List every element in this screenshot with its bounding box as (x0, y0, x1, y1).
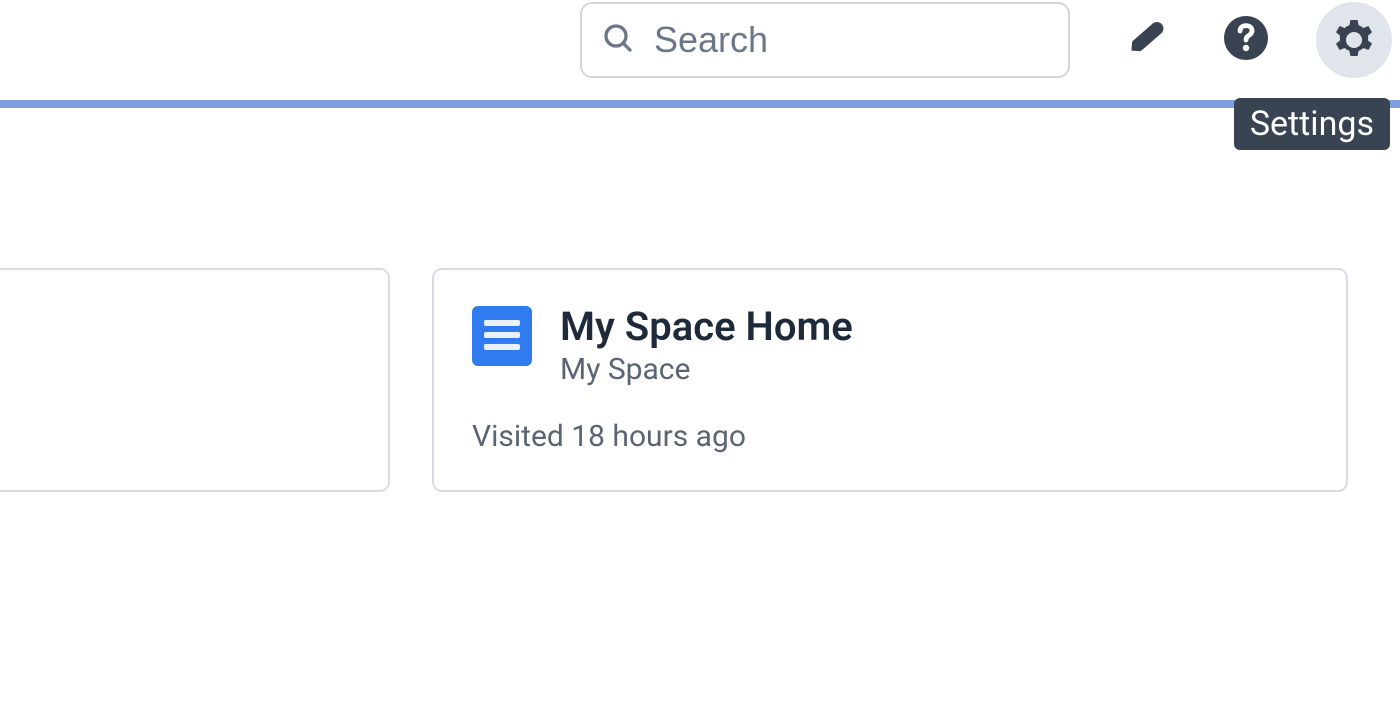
help-button[interactable] (1218, 12, 1274, 68)
search-box[interactable] (580, 2, 1070, 78)
settings-tooltip: Settings (1234, 98, 1390, 150)
top-bar: Settings (0, 0, 1400, 108)
topbar-actions (1120, 0, 1400, 80)
card-title: My Space Home (560, 306, 853, 348)
search-icon (602, 22, 634, 58)
recent-card-previous[interactable] (0, 268, 390, 492)
card-visited: Visited 18 hours ago (472, 419, 1308, 454)
card-titles: My Space Home My Space (560, 306, 853, 387)
bell-icon (1126, 16, 1170, 64)
gear-icon (1330, 14, 1378, 66)
search-input[interactable] (654, 19, 1048, 61)
recent-card-my-space-home[interactable]: My Space Home My Space Visited 18 hours … (432, 268, 1348, 492)
card-header: My Space Home My Space (472, 306, 1308, 387)
tooltip-text: Settings (1250, 104, 1374, 144)
notifications-button[interactable] (1120, 12, 1176, 68)
settings-button[interactable] (1316, 2, 1392, 78)
help-icon (1222, 14, 1270, 66)
card-subtitle: My Space (560, 352, 853, 387)
page-icon (472, 306, 532, 366)
